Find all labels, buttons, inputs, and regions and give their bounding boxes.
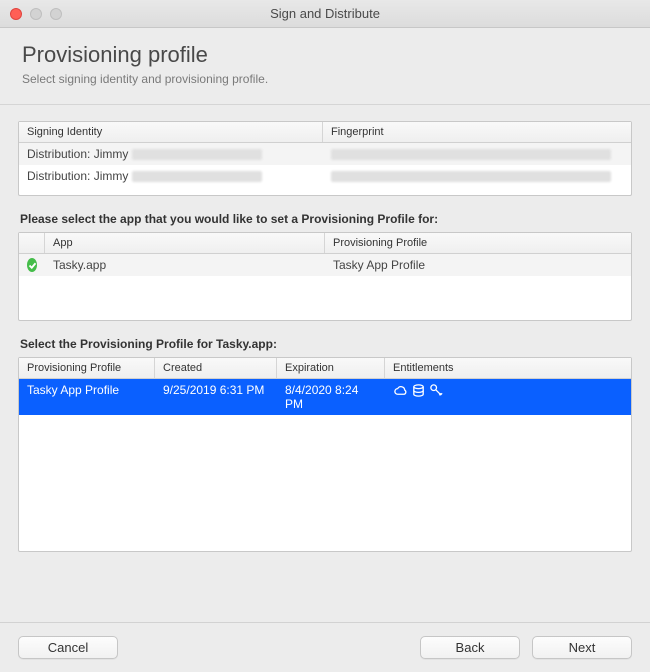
footer-bar: Cancel Back Next <box>0 622 650 672</box>
signing-row[interactable]: Distribution: Jimmy <box>19 143 631 165</box>
profile-name-cell: Tasky App Profile <box>19 379 155 415</box>
redacted-text <box>132 149 262 160</box>
signing-identity-cell: Distribution: Jimmy <box>19 165 323 187</box>
redacted-text <box>331 171 611 182</box>
col-status[interactable] <box>19 233 45 253</box>
page-title: Provisioning profile <box>22 42 632 68</box>
profile-entitlements-cell <box>385 379 631 415</box>
table-header: Signing Identity Fingerprint <box>19 122 631 143</box>
profile-created-cell: 9/25/2019 6:31 PM <box>155 379 277 415</box>
col-signing-identity[interactable]: Signing Identity <box>19 122 323 142</box>
window-title: Sign and Distribute <box>0 6 650 21</box>
table-header: App Provisioning Profile <box>19 233 631 254</box>
profile-expiration-cell: 8/4/2020 8:24 PM <box>277 379 385 415</box>
zoom-window-button[interactable] <box>50 8 62 20</box>
back-button[interactable]: Back <box>420 636 520 659</box>
database-icon <box>411 383 426 398</box>
app-profile-cell: Tasky App Profile <box>325 254 631 276</box>
status-cell <box>19 254 45 276</box>
next-button[interactable]: Next <box>532 636 632 659</box>
page-subtitle: Select signing identity and provisioning… <box>22 72 632 86</box>
cancel-button[interactable]: Cancel <box>18 636 118 659</box>
minimize-window-button[interactable] <box>30 8 42 20</box>
traffic-lights <box>0 8 62 20</box>
signing-row[interactable]: Distribution: Jimmy <box>19 165 631 187</box>
redacted-text <box>132 171 262 182</box>
fingerprint-cell <box>323 165 631 187</box>
col-expiration[interactable]: Expiration <box>277 358 385 378</box>
col-created[interactable]: Created <box>155 358 277 378</box>
table-header: Provisioning Profile Created Expiration … <box>19 358 631 379</box>
col-profile-name[interactable]: Provisioning Profile <box>19 358 155 378</box>
page-header: Provisioning profile Select signing iden… <box>0 28 650 105</box>
col-entitlements[interactable]: Entitlements <box>385 358 631 378</box>
col-app[interactable]: App <box>45 233 325 253</box>
signing-identity-table: Signing Identity Fingerprint Distributio… <box>18 121 632 196</box>
cloud-icon <box>393 383 408 398</box>
close-window-button[interactable] <box>10 8 22 20</box>
col-profile[interactable]: Provisioning Profile <box>325 233 631 253</box>
signing-identity-cell: Distribution: Jimmy <box>19 143 323 165</box>
content-area: Signing Identity Fingerprint Distributio… <box>0 105 650 552</box>
profile-section-label: Select the Provisioning Profile for Task… <box>20 337 632 351</box>
app-table: App Provisioning Profile Tasky.app Tasky… <box>18 232 632 321</box>
redacted-text <box>331 149 611 160</box>
check-icon <box>27 258 37 272</box>
titlebar: Sign and Distribute <box>0 0 650 28</box>
app-name-cell: Tasky.app <box>45 254 325 276</box>
col-fingerprint[interactable]: Fingerprint <box>323 122 631 142</box>
profile-table: Provisioning Profile Created Expiration … <box>18 357 632 552</box>
profile-row[interactable]: Tasky App Profile 9/25/2019 6:31 PM 8/4/… <box>19 379 631 415</box>
key-icon <box>429 383 444 398</box>
app-row[interactable]: Tasky.app Tasky App Profile <box>19 254 631 276</box>
app-section-label: Please select the app that you would lik… <box>20 212 632 226</box>
fingerprint-cell <box>323 143 631 165</box>
